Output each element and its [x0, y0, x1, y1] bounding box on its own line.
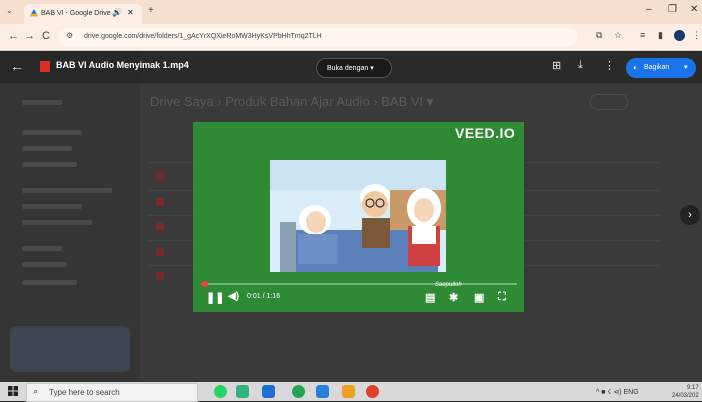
miniplayer-icon[interactable]: ▣ — [474, 291, 484, 304]
sidebar-item — [22, 162, 77, 167]
close-viewer-back-icon[interactable]: ← — [10, 58, 24, 74]
forward-button[interactable]: → — [24, 30, 35, 42]
search-placeholder: Type here to search — [49, 388, 120, 397]
mail-icon[interactable] — [316, 385, 329, 398]
url-text: drive.google.com/drive/folders/1_gAcYrXQ… — [84, 33, 322, 40]
file-name: BAB VI Audio Menyimak 1.mp4 — [56, 60, 189, 70]
windows-start-icon[interactable] — [8, 386, 18, 396]
close-window-icon[interactable]: ✕ — [690, 4, 698, 15]
drive-breadcrumb: Drive Saya › Produk Bahan Ajar Audio › B… — [150, 94, 434, 109]
video-frame-illustration — [270, 160, 446, 272]
fullscreen-icon[interactable]: ⛶ — [498, 291, 506, 304]
video-file-icon — [156, 272, 164, 280]
share-button[interactable]: ◐ Bagikan ▾ — [626, 58, 696, 78]
file-explorer-icon[interactable] — [262, 385, 275, 398]
profile-avatar[interactable] — [674, 30, 685, 41]
translate-icon[interactable]: ⧉ — [596, 30, 602, 41]
download-icon[interactable]: ⤓ — [578, 59, 583, 72]
chrome-icon[interactable] — [292, 385, 305, 398]
pinned-app-icon[interactable] — [236, 385, 249, 398]
share-lock-icon: ◐ — [633, 63, 638, 72]
open-with-label: Buka dengan ▾ — [327, 65, 374, 72]
sidebar-item — [22, 188, 112, 193]
settings-gear-icon[interactable]: ✱ — [449, 291, 458, 304]
url-bar[interactable]: ⚙ drive.google.com/drive/folders/1_gAcYr… — [58, 28, 578, 46]
maximize-icon[interactable]: ❐ — [668, 4, 677, 15]
video-file-icon — [40, 61, 50, 72]
tab-close-icon[interactable]: ✕ — [127, 8, 134, 17]
video-file-icon — [156, 223, 164, 231]
bookmark-star-icon[interactable]: ☆ — [614, 30, 622, 41]
sidebar-item — [22, 146, 72, 151]
site-info-icon[interactable]: ⚙ — [66, 31, 73, 40]
chevron-down-icon: ▾ — [684, 64, 688, 71]
pause-icon[interactable]: ❚❚ — [206, 291, 224, 304]
google-drive-icon — [30, 9, 38, 17]
pinned-app-icon[interactable] — [342, 385, 355, 398]
clock-date: 24/03/202 — [672, 393, 699, 399]
captions-icon[interactable]: ▤ — [425, 291, 435, 304]
view-toggle — [590, 94, 628, 110]
reload-button[interactable]: C — [42, 30, 50, 42]
time-display: 0:01 / 1:16 — [247, 293, 281, 300]
sidebar-item — [22, 130, 82, 135]
video-file-icon — [156, 172, 164, 180]
more-options-icon[interactable]: ⋮ — [604, 59, 615, 72]
clock[interactable]: 9:17 24/03/202 — [672, 384, 699, 400]
browser-tab[interactable]: BAB VI - Google Drive 🔊 ✕ — [24, 4, 142, 24]
tab-title: BAB VI - Google Drive — [41, 10, 111, 17]
sidebar-item — [22, 280, 77, 285]
storage-promo-card — [10, 326, 130, 372]
speaker-icon[interactable]: 🔊 — [112, 8, 122, 17]
share-label: Bagikan — [644, 64, 670, 71]
add-comment-icon[interactable]: ⊞ — [552, 59, 561, 72]
sidepanel-icon[interactable]: ▮ — [658, 30, 663, 41]
sidebar-item — [22, 262, 67, 267]
sidebar-item — [22, 100, 62, 105]
browser-menu-icon[interactable]: ⋮ — [692, 30, 701, 41]
search-icon: ⌕ — [33, 386, 39, 396]
video-file-icon — [156, 198, 164, 206]
next-file-chevron-icon[interactable]: › — [680, 205, 700, 225]
veed-brand-logo: VEED.IO — [455, 125, 516, 141]
back-button[interactable]: ← — [8, 30, 19, 42]
minimize-icon[interactable]: – — [646, 4, 652, 15]
whatsapp-icon[interactable] — [214, 385, 227, 398]
volume-icon[interactable]: ◀) — [228, 291, 239, 302]
sidebar-item — [22, 204, 82, 209]
tab-search-icon[interactable]: ⌄ — [6, 6, 13, 15]
clock-time: 9:17 — [687, 385, 699, 391]
open-with-button[interactable]: Buka dengan ▾ — [316, 58, 392, 78]
new-tab-button[interactable]: + — [148, 5, 154, 16]
taskbar-search[interactable]: ⌕ Type here to search — [26, 383, 198, 402]
video-file-icon — [156, 248, 164, 256]
sidebar-item — [22, 246, 62, 251]
sidebar-item — [22, 220, 92, 225]
system-tray[interactable]: ^ ■ ☇ ⊲) ENG — [596, 388, 639, 396]
chrome-profile-icon[interactable] — [366, 385, 379, 398]
extensions-icon[interactable]: ≡ — [640, 30, 645, 40]
progress-track[interactable] — [201, 283, 517, 285]
